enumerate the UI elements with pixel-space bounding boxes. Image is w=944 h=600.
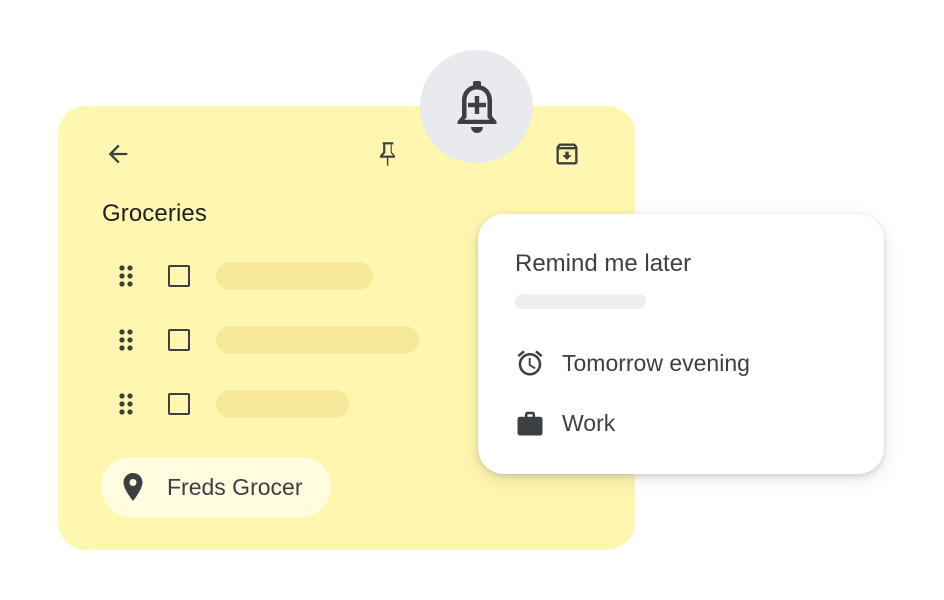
- reminder-subtitle-placeholder: [515, 294, 646, 309]
- item-checkbox[interactable]: [168, 265, 190, 287]
- list-item[interactable]: [118, 322, 419, 358]
- location-label: Freds Grocer: [167, 473, 303, 500]
- item-text-placeholder[interactable]: [216, 262, 373, 290]
- reminder-option-work[interactable]: Work: [515, 405, 615, 441]
- reminder-menu: Remind me later Tomorrow evening Work: [478, 214, 884, 474]
- location-pin-icon: [121, 472, 145, 502]
- list-item[interactable]: [118, 386, 349, 422]
- item-text-placeholder[interactable]: [216, 390, 349, 418]
- drag-handle-icon[interactable]: [118, 328, 134, 352]
- arrow-back-icon: [108, 144, 128, 164]
- pin-icon: [379, 142, 395, 166]
- pin-button[interactable]: [366, 134, 410, 174]
- alarm-clock-icon: [515, 348, 545, 378]
- back-button[interactable]: [94, 134, 142, 174]
- item-checkbox[interactable]: [168, 329, 190, 351]
- archive-icon: [556, 143, 578, 165]
- add-reminder-button[interactable]: [420, 50, 533, 163]
- note-title[interactable]: Groceries: [102, 200, 207, 228]
- item-checkbox[interactable]: [168, 393, 190, 415]
- reminder-option-tomorrow-evening[interactable]: Tomorrow evening: [515, 345, 750, 381]
- bell-plus-icon: [457, 80, 496, 133]
- reminder-option-label: Tomorrow evening: [562, 349, 750, 376]
- drag-handle-icon[interactable]: [118, 392, 134, 416]
- location-chip[interactable]: Freds Grocer: [101, 457, 331, 517]
- item-text-placeholder[interactable]: [216, 326, 419, 354]
- stage: Groceries Freds Grocer Remind me later T…: [0, 0, 944, 600]
- briefcase-icon: [515, 408, 545, 438]
- list-item[interactable]: [118, 258, 373, 294]
- reminder-menu-title: Remind me later: [515, 250, 692, 277]
- archive-button[interactable]: [545, 134, 589, 174]
- drag-handle-icon[interactable]: [118, 264, 134, 288]
- reminder-option-label: Work: [562, 409, 616, 436]
